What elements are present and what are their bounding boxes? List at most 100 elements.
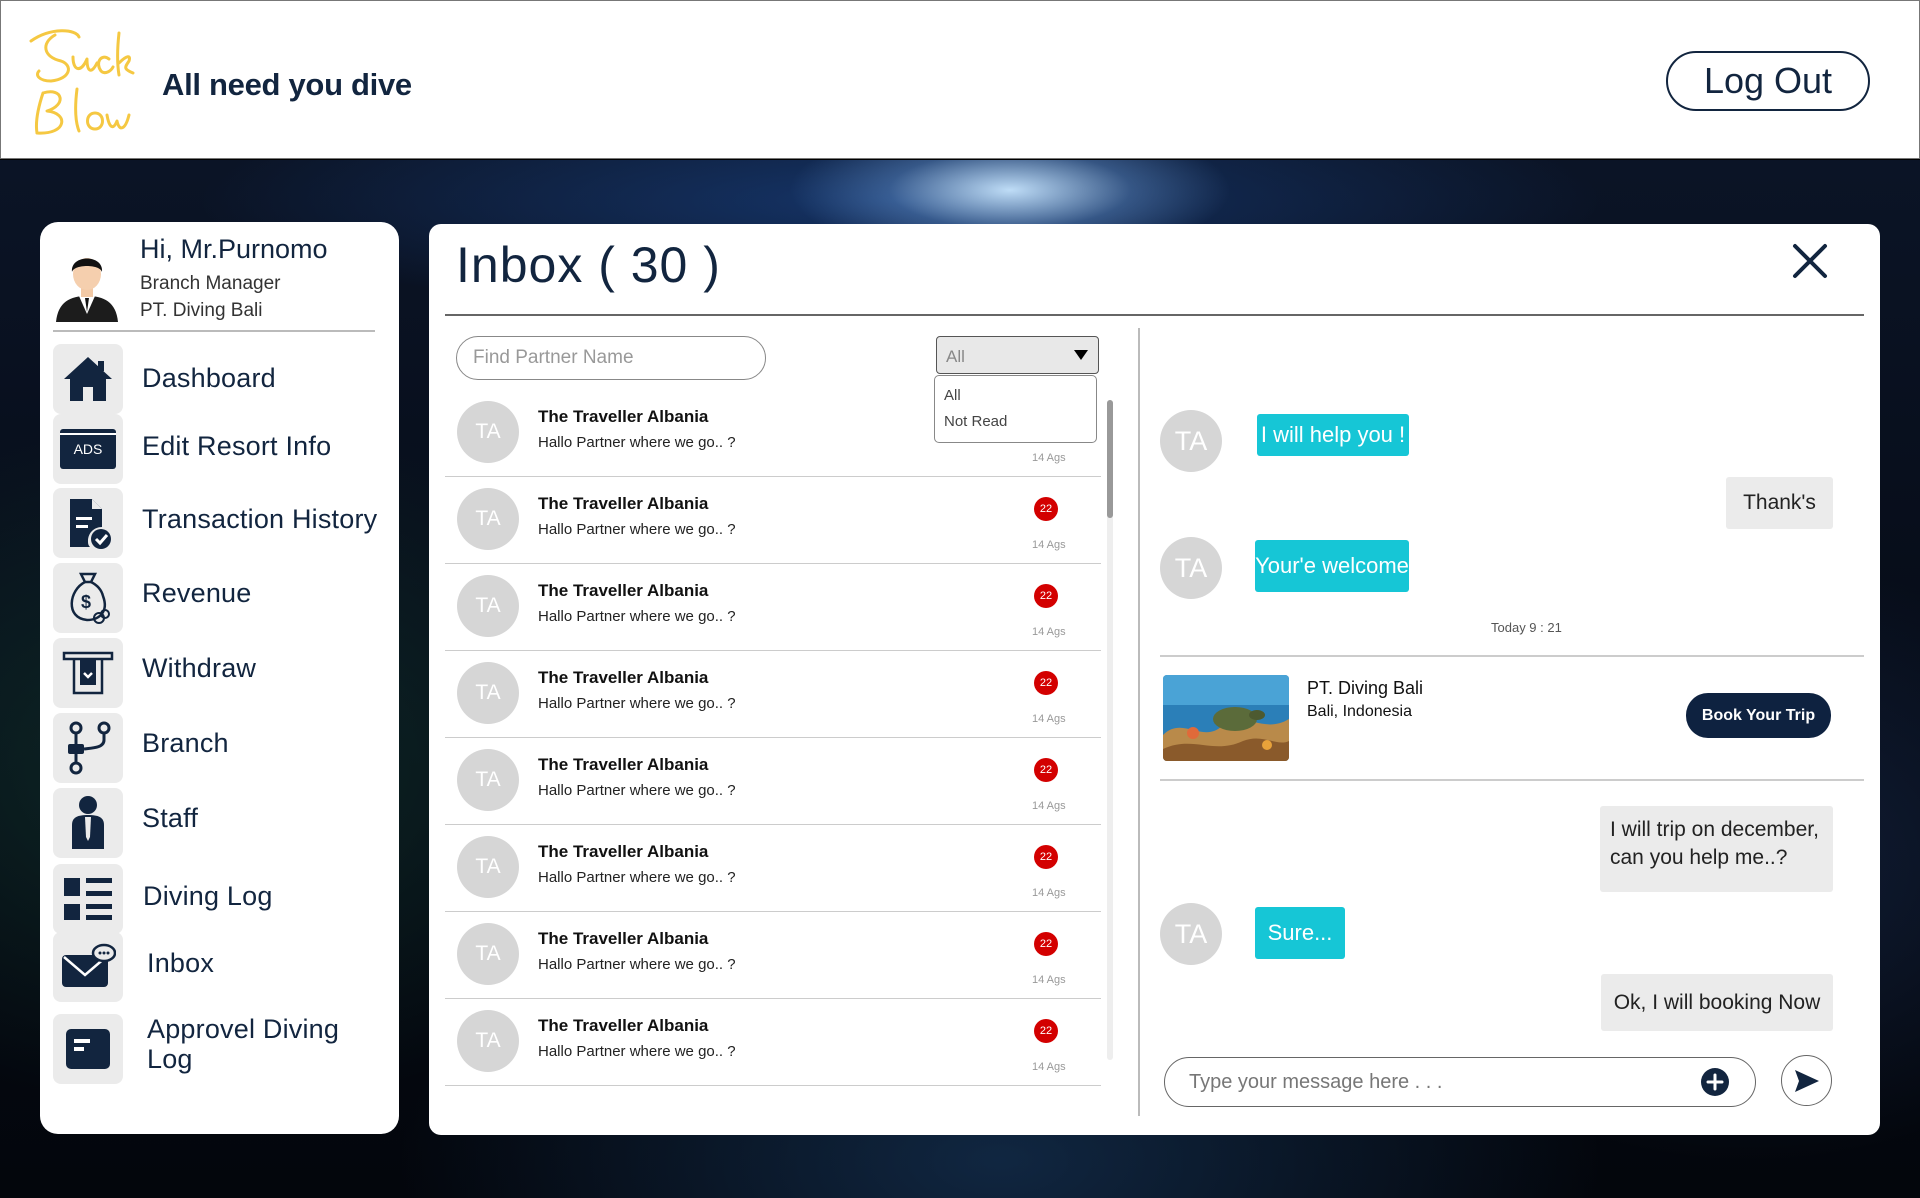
- column-divider: [1138, 328, 1140, 1116]
- home-icon: [53, 344, 123, 414]
- user-company: PT. Diving Bali: [140, 300, 263, 321]
- sidebar-item-revenue[interactable]: $ Revenue: [53, 563, 393, 633]
- unread-badge: 22: [1034, 1019, 1058, 1043]
- conversation-time: 14 Ags: [1032, 887, 1066, 899]
- conversation-time: 14 Ags: [1032, 1061, 1066, 1073]
- sidebar-item-label: Transaction History: [142, 504, 378, 534]
- sidebar-item-staff[interactable]: Staff: [53, 788, 393, 858]
- sidebar-item-label: Inbox: [147, 948, 215, 978]
- conversation-name: The Traveller Albania: [538, 494, 709, 513]
- sidebar-item-label: Diving Log: [143, 881, 273, 911]
- conversation-time: 14 Ags: [1032, 713, 1066, 725]
- list-icon: [53, 864, 123, 934]
- sidebar-item-branch[interactable]: Branch: [53, 713, 393, 783]
- ads-icon: ADS: [53, 414, 123, 484]
- scrollbar-thumb[interactable]: [1107, 400, 1113, 518]
- ads-icon-text: ADS: [73, 441, 103, 457]
- inbox-title: Inbox ( 30 ): [456, 237, 721, 293]
- user-role: Branch Manager: [140, 273, 281, 294]
- partner-search-input[interactable]: [456, 336, 766, 380]
- conversation-name: The Traveller Albania: [538, 755, 709, 774]
- conversation-item[interactable]: TA The Traveller Albania Hallo Partner w…: [445, 651, 1101, 738]
- user-avatar: [56, 258, 118, 322]
- conversation-preview: Hallo Partner where we go.. ?: [538, 782, 736, 799]
- sidebar-item-label: Edit Resort Info: [142, 431, 332, 461]
- conversation-preview: Hallo Partner where we go.. ?: [538, 695, 736, 712]
- card-icon: [53, 1014, 123, 1084]
- incoming-message: Your'e welcome: [1255, 540, 1409, 592]
- conversation-time: 14 Ags: [1032, 539, 1066, 551]
- app-tagline: All need you dive: [162, 67, 412, 102]
- resort-card-name: PT. Diving Bali: [1307, 678, 1424, 698]
- chat-timestamp: Today 9 : 21: [1491, 620, 1562, 635]
- conversation-item[interactable]: TA The Traveller Albania Hallo Partner w…: [445, 999, 1101, 1086]
- conversation-avatar: TA: [457, 575, 519, 637]
- conversation-name: The Traveller Albania: [538, 581, 709, 600]
- dropdown-arrow-icon: [1074, 350, 1088, 360]
- filter-option-all[interactable]: All: [944, 387, 961, 404]
- sidebar-item-label: Withdraw: [142, 653, 257, 683]
- conversation-item[interactable]: TA The Traveller Albania Hallo Partner w…: [445, 912, 1101, 999]
- conversation-preview: Hallo Partner where we go.. ?: [538, 434, 736, 451]
- conversation-preview: Hallo Partner where we go.. ?: [538, 1043, 736, 1060]
- resort-card-location: Bali, Indonesia: [1307, 703, 1412, 720]
- conversation-item[interactable]: TA The Traveller Albania Hallo Partner w…: [445, 477, 1101, 564]
- outgoing-message: Thank's: [1726, 477, 1833, 529]
- conversation-avatar: TA: [457, 836, 519, 898]
- conversation-list: TA The Traveller Albania Hallo Partner w…: [445, 390, 1101, 1110]
- document-check-icon: [53, 488, 123, 558]
- outgoing-message: I will trip on december, can you help me…: [1600, 806, 1833, 892]
- sidebar-item-label: Branch: [142, 728, 229, 758]
- conversation-preview: Hallo Partner where we go.. ?: [538, 521, 736, 538]
- book-trip-button[interactable]: Book Your Trip: [1686, 693, 1831, 738]
- chat-partner-avatar: TA: [1160, 903, 1222, 965]
- top-header: All need you dive Log Out: [0, 0, 1920, 159]
- close-icon[interactable]: [1791, 242, 1829, 280]
- conversation-avatar: TA: [457, 1010, 519, 1072]
- conversation-avatar: TA: [457, 662, 519, 724]
- sidebar-item-label: Approvel Diving Log: [147, 1014, 340, 1074]
- incoming-message: Sure...: [1255, 907, 1345, 959]
- conversation-name: The Traveller Albania: [538, 842, 709, 861]
- add-attachment-icon[interactable]: [1700, 1067, 1730, 1097]
- filter-selected-value: All: [946, 347, 965, 366]
- card-divider: [1160, 655, 1864, 657]
- conversation-avatar: TA: [457, 401, 519, 463]
- filter-option-not-read[interactable]: Not Read: [944, 413, 1007, 430]
- conversation-time: 14 Ags: [1032, 452, 1066, 464]
- sidebar-item-diving-log[interactable]: Diving Log: [53, 864, 393, 934]
- sidebar-item-inbox[interactable]: Inbox: [53, 932, 393, 1002]
- chat-partner-avatar: TA: [1160, 410, 1222, 472]
- sidebar-item-dashboard[interactable]: Dashboard: [53, 344, 393, 414]
- message-input[interactable]: [1164, 1057, 1756, 1107]
- conversation-item[interactable]: TA The Traveller Albania Hallo Partner w…: [445, 825, 1101, 912]
- send-icon: [1794, 1069, 1819, 1092]
- conversation-preview: Hallo Partner where we go.. ?: [538, 956, 736, 973]
- conversation-name: The Traveller Albania: [538, 668, 709, 687]
- logout-button[interactable]: Log Out: [1666, 51, 1870, 111]
- greeting-text: Hi, Mr.Purnomo: [140, 234, 328, 264]
- conversation-preview: Hallo Partner where we go.. ?: [538, 869, 736, 886]
- conversation-time: 14 Ags: [1032, 974, 1066, 986]
- sidebar: Hi, Mr.Purnomo Branch Manager PT. Diving…: [40, 222, 399, 1134]
- sidebar-item-edit-resort-info[interactable]: ADS Edit Resort Info: [53, 414, 393, 484]
- conversation-avatar: TA: [457, 488, 519, 550]
- atm-withdraw-icon: [53, 638, 123, 708]
- filter-select[interactable]: All: [936, 336, 1099, 374]
- unread-badge: 22: [1034, 845, 1058, 869]
- sidebar-item-withdraw[interactable]: Withdraw: [53, 638, 393, 708]
- conversation-time: 14 Ags: [1032, 800, 1066, 812]
- conversation-item[interactable]: TA The Traveller Albania Hallo Partner w…: [445, 738, 1101, 825]
- card-divider: [1160, 779, 1864, 781]
- unread-badge: 22: [1034, 497, 1058, 521]
- sidebar-item-transaction-history[interactable]: Transaction History: [53, 488, 393, 558]
- send-button[interactable]: [1781, 1055, 1832, 1106]
- conversation-avatar: TA: [457, 749, 519, 811]
- incoming-message: I will help you !: [1257, 414, 1409, 456]
- suck-blow-logo: [29, 29, 135, 135]
- chat-partner-avatar: TA: [1160, 537, 1222, 599]
- conversation-item[interactable]: TA The Traveller Albania Hallo Partner w…: [445, 564, 1101, 651]
- money-bag-icon: $: [53, 563, 123, 633]
- sidebar-item-approvel-diving-log[interactable]: Approvel Diving Log: [53, 1014, 393, 1084]
- conversation-name: The Traveller Albania: [538, 1016, 709, 1035]
